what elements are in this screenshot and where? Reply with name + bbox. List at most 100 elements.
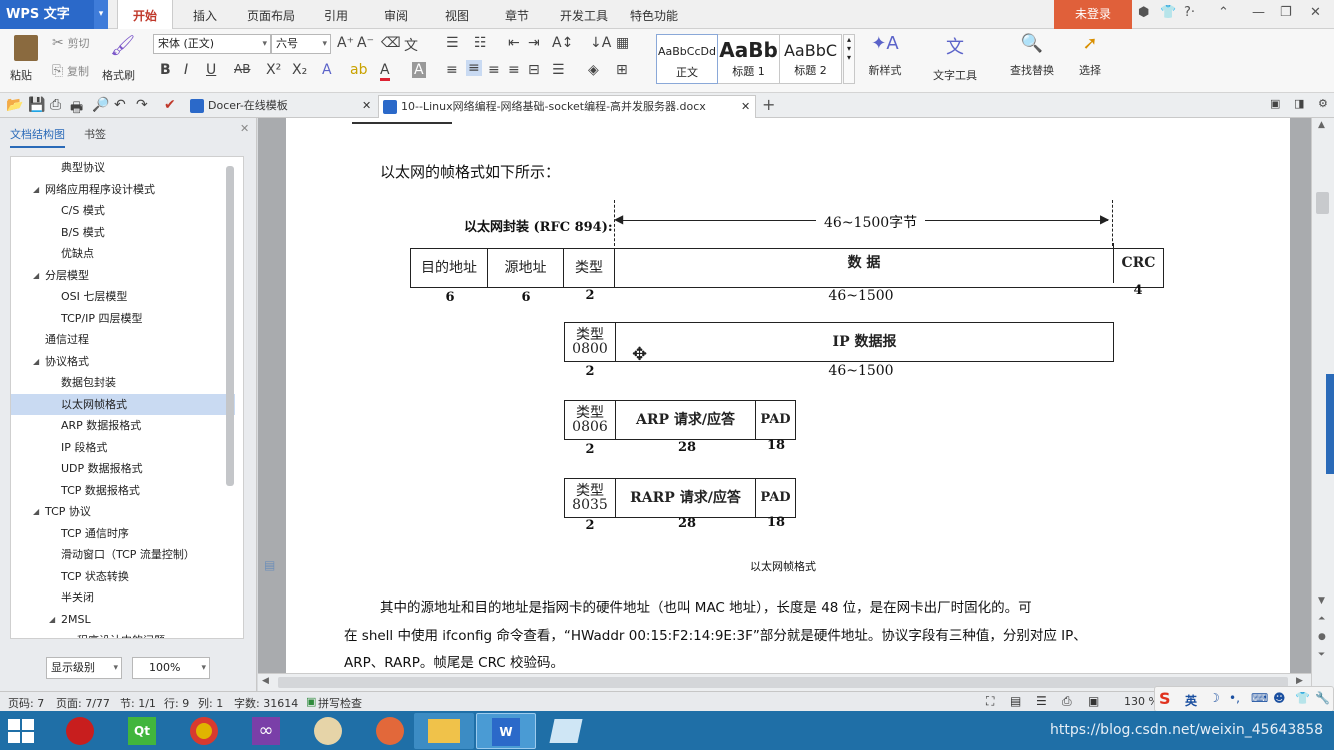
tree-item[interactable]: 优缺点	[11, 243, 235, 264]
tab-bookmarks[interactable]: 书签	[84, 126, 106, 142]
moon-icon[interactable]: ☽	[1209, 691, 1220, 705]
tree-item[interactable]: TCP 状态转换	[11, 566, 235, 587]
tree-item[interactable]: 半关闭	[11, 587, 235, 608]
distribute-icon[interactable]: ⊟	[528, 62, 540, 78]
select-button[interactable]: ➚ 选择	[1068, 33, 1112, 87]
new-tab-icon[interactable]: +	[762, 95, 775, 114]
close-icon[interactable]: ✕	[1310, 5, 1321, 20]
superscript-icon[interactable]: X²	[266, 62, 281, 78]
read-mode-icon[interactable]: ▣	[1088, 694, 1099, 708]
line-spacing-icon[interactable]: ☰	[552, 62, 565, 78]
grow-font-icon[interactable]: A⁺	[337, 35, 354, 51]
tab-docer[interactable]: Docer-在线模板 ✕	[186, 95, 376, 118]
scroll-thumb[interactable]	[278, 677, 1288, 688]
format-painter-button[interactable]: 🖌 格式刷	[102, 33, 140, 87]
bullet-list-icon[interactable]: ☰	[446, 35, 459, 51]
pane-zoom-select[interactable]: 100%	[132, 657, 210, 679]
copy-button[interactable]: ⎘ 复制	[52, 63, 89, 79]
taskbar-paint[interactable]	[298, 713, 358, 749]
prev-page-icon[interactable]: ⏶	[1318, 614, 1325, 624]
tree-item[interactable]: ◢ TCP 协议	[11, 501, 235, 522]
style-heading-2[interactable]: AaBbC 标题 2	[780, 34, 842, 84]
minimize-icon[interactable]: —	[1252, 5, 1265, 20]
start-button[interactable]	[8, 719, 34, 743]
collapse-ribbon-icon[interactable]: ⌃	[1218, 5, 1229, 20]
tree-item[interactable]: C/S 模式	[11, 200, 235, 221]
tab-section[interactable]: 章节	[493, 0, 541, 29]
tree-item[interactable]: 典型协议	[11, 157, 235, 178]
close-icon[interactable]: ✕	[741, 96, 750, 117]
subscript-icon[interactable]: X₂	[292, 62, 307, 78]
tab-home[interactable]: 开始	[117, 0, 173, 30]
side-panel-toggle[interactable]	[1326, 374, 1334, 474]
taskbar-qt[interactable]: Qt	[112, 713, 172, 749]
tab-developer[interactable]: 开发工具	[554, 0, 614, 29]
align-left-icon[interactable]: ≡	[446, 62, 458, 78]
cut-button[interactable]: ✂ 剪切	[52, 35, 90, 51]
save-icon[interactable]: 💾	[28, 97, 45, 113]
browse-object-icon[interactable]: ●	[1318, 632, 1326, 642]
font-name-select[interactable]: 宋体 (正文)	[153, 34, 271, 54]
expand-icon[interactable]: ◢	[33, 501, 39, 522]
strikethrough-icon[interactable]: AB	[234, 62, 250, 76]
phonetic-icon[interactable]: 文	[404, 35, 418, 55]
text-effect-icon[interactable]: A	[322, 62, 332, 78]
taskbar-recorder[interactable]	[50, 713, 110, 749]
open-icon[interactable]: 📂	[6, 97, 23, 113]
bold-icon[interactable]: B	[160, 62, 171, 78]
window-list-icon[interactable]: ◨	[1294, 97, 1304, 110]
taskbar-chrome[interactable]	[174, 713, 234, 749]
tree-item[interactable]: 滑动窗口（TCP 流量控制）	[11, 544, 235, 565]
align-center-icon[interactable]: ≡	[466, 60, 482, 76]
skin-icon[interactable]: ⬢	[1138, 5, 1149, 20]
shirt-icon[interactable]: 👕	[1160, 5, 1176, 20]
keyboard-icon[interactable]: ⌨	[1251, 691, 1268, 705]
tab-special[interactable]: 特色功能	[624, 0, 684, 29]
status-word-count[interactable]: 字数: 31614	[234, 695, 298, 711]
tree-item[interactable]: ◢ 2MSL	[11, 609, 235, 630]
restore-icon[interactable]: ❐	[1280, 5, 1292, 20]
char-shading-icon[interactable]: A	[412, 62, 426, 78]
expand-icon[interactable]: ◢	[33, 265, 39, 286]
tree-item[interactable]: OSI 七层模型	[11, 286, 235, 307]
tree-item[interactable]: TCP 通信时序	[11, 523, 235, 544]
style-heading-1[interactable]: AaBb 标题 1	[718, 34, 780, 84]
ime-toolbar[interactable]: S 英 ☽ •, ⌨ ☻ 👕 🔧	[1154, 686, 1334, 712]
style-gallery-scroll[interactable]: ▴ ▾ ▾	[843, 34, 855, 84]
punctuation-icon[interactable]: •,	[1229, 691, 1240, 705]
close-pane-icon[interactable]: ✕	[240, 122, 249, 135]
next-page-icon[interactable]: ⏷	[1318, 650, 1325, 660]
expand-icon[interactable]: ◢	[49, 609, 55, 630]
tree-item[interactable]: ◢ 分层模型	[11, 265, 235, 286]
quick-access-icon[interactable]: ✔	[164, 97, 176, 113]
tab-document-map[interactable]: 文档结构图	[10, 126, 65, 148]
tree-scrollbar[interactable]	[226, 166, 234, 486]
taskbar-visual-studio[interactable]: ∞	[236, 713, 296, 749]
outline-view-icon[interactable]: ☰	[1036, 694, 1047, 708]
status-pages[interactable]: 页面: 7/77	[56, 695, 110, 711]
italic-icon[interactable]: I	[184, 62, 188, 78]
shading-icon[interactable]: ◈	[588, 62, 599, 78]
tab-references[interactable]: 引用	[312, 0, 360, 29]
tree-item[interactable]: ◢ 协议格式	[11, 351, 235, 372]
tab-current-document[interactable]: 10--Linux网络编程-网络基础-socket编程-高并发服务器.docx …	[378, 95, 756, 118]
underline-icon[interactable]: U	[206, 62, 216, 78]
increase-indent-icon[interactable]: ⇥	[528, 35, 540, 51]
style-normal[interactable]: AaBbCcDd 正文	[656, 34, 718, 84]
help-icon[interactable]: ?·	[1184, 5, 1195, 20]
tools-icon[interactable]: 🔧	[1315, 691, 1330, 705]
tree-item[interactable]: ARP 数据报格式	[11, 415, 235, 436]
paste-button[interactable]: 粘贴	[8, 33, 48, 87]
text-direction-icon[interactable]: A↕	[552, 35, 573, 51]
tree-item[interactable]: B/S 模式	[11, 222, 235, 243]
web-view-icon[interactable]: ⎙	[1062, 694, 1072, 709]
tree-item[interactable]: TCP/IP 四层模型	[11, 308, 235, 329]
expand-icon[interactable]: ◢	[33, 351, 39, 372]
page-nav-icon[interactable]: ▤	[264, 558, 275, 572]
tree-item[interactable]: 程序设计中的问题	[11, 630, 235, 638]
align-right-icon[interactable]: ≡	[488, 62, 500, 78]
tree-item[interactable]: ◢ 网络应用程序设计模式	[11, 179, 235, 200]
scroll-right-icon[interactable]: ▶	[1296, 676, 1303, 686]
tab-insert[interactable]: 插入	[180, 0, 230, 29]
login-button[interactable]: 未登录	[1054, 0, 1132, 29]
